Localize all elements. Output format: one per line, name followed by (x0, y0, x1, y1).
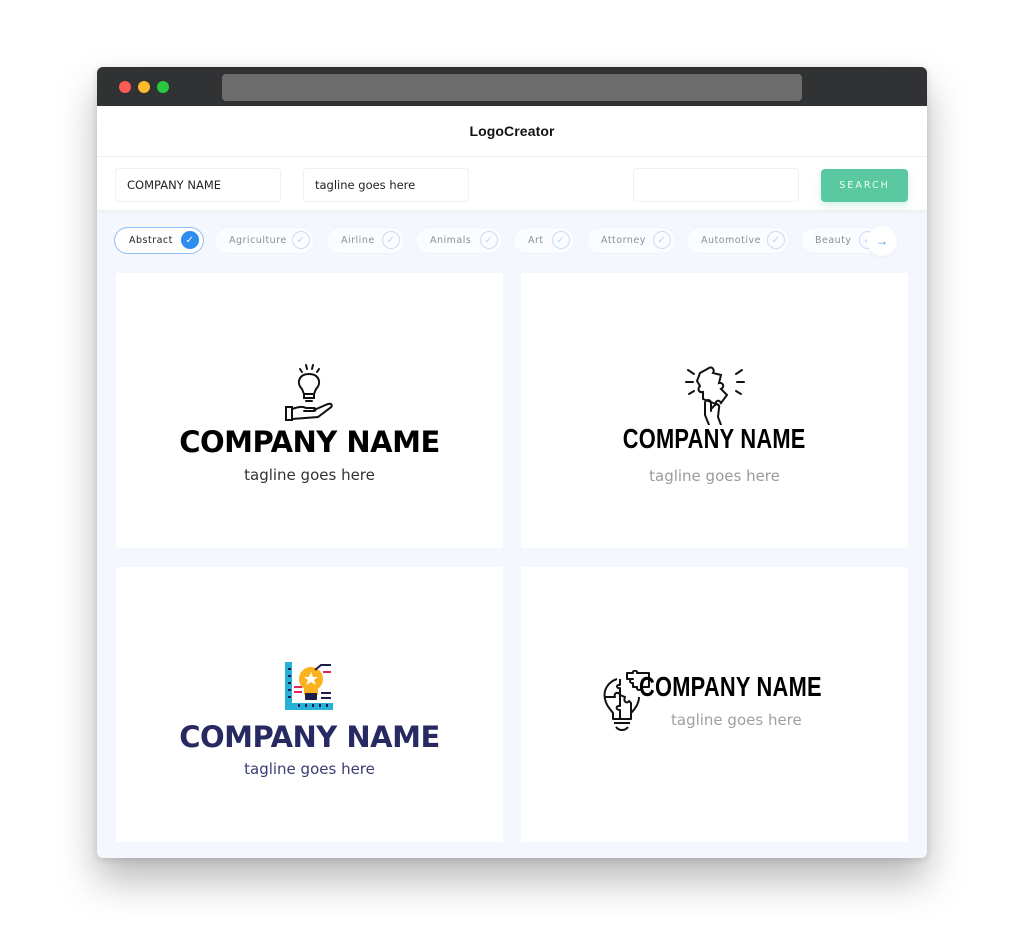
company-name-text: COMPANY NAME (179, 425, 440, 459)
category-chip-art[interactable]: Art ✓ (514, 228, 574, 253)
check-icon: ✓ (767, 231, 785, 249)
check-icon: ✓ (653, 231, 671, 249)
category-chip-label: Animals (430, 235, 472, 246)
minimize-window-button[interactable] (138, 81, 150, 93)
check-icon: ✓ (552, 231, 570, 249)
logo-card[interactable]: COMPANY NAME tagline goes here (116, 273, 503, 548)
app-title: LogoCreator (469, 123, 555, 139)
next-categories-button[interactable]: → (867, 226, 897, 256)
puzzle-hand-icon (685, 366, 745, 425)
category-chip-label: Airline (341, 235, 375, 246)
logo-card[interactable]: COMPANY NAME tagline goes here (521, 567, 908, 842)
lightbulb-hand-icon (285, 364, 333, 421)
category-chip-animals[interactable]: Animals ✓ (416, 228, 502, 253)
search-bar: COMPANY NAME tagline goes here SEARCH (97, 157, 927, 210)
check-icon: ✓ (292, 231, 310, 249)
logo-card[interactable]: COMPANY NAME tagline goes here (521, 273, 908, 548)
tagline-text: tagline goes here (671, 711, 802, 729)
tagline-text: tagline goes here (244, 760, 375, 778)
company-name-text: COMPANY NAME (639, 671, 822, 702)
tagline-text: tagline goes here (244, 466, 375, 484)
category-chip-label: Agriculture (229, 235, 287, 246)
title-bar (97, 67, 927, 106)
category-chip-label: Art (528, 235, 544, 246)
category-chip-label: Automotive (701, 235, 761, 246)
tagline-text: tagline goes here (649, 467, 780, 485)
close-window-button[interactable] (119, 81, 131, 93)
check-icon: ✓ (480, 231, 498, 249)
arrow-right-icon: → (876, 234, 888, 248)
category-chip-attorney[interactable]: Attorney ✓ (587, 228, 675, 253)
company-name-input[interactable]: COMPANY NAME (115, 168, 281, 202)
tagline-input[interactable]: tagline goes here (303, 168, 469, 202)
search-button[interactable]: SEARCH (821, 169, 908, 202)
category-chip-label: Abstract (129, 235, 173, 246)
maximize-window-button[interactable] (157, 81, 169, 93)
category-chip-abstract[interactable]: Abstract ✓ (115, 228, 203, 253)
lightbulb-blueprint-icon (285, 662, 333, 710)
address-bar[interactable] (222, 74, 802, 101)
category-chip-airline[interactable]: Airline ✓ (327, 228, 404, 253)
keyword-input[interactable] (633, 168, 799, 202)
company-name-text: COMPANY NAME (179, 720, 440, 754)
logo-card[interactable]: COMPANY NAME tagline goes here (116, 567, 503, 842)
category-chip-label: Attorney (601, 235, 646, 246)
app-header: LogoCreator (97, 106, 927, 157)
browser-window: LogoCreator COMPANY NAME tagline goes he… (97, 67, 927, 858)
company-name-wrapper: COMPANY NAME (521, 423, 908, 455)
category-chip-automotive[interactable]: Automotive ✓ (687, 228, 789, 253)
category-filter-bar: Abstract ✓ Agriculture ✓ Airline ✓ Anima… (115, 226, 915, 256)
company-name-wrapper: COMPANY NAME (639, 671, 899, 703)
check-icon: ✓ (181, 231, 199, 249)
company-name-text: COMPANY NAME (623, 423, 806, 454)
category-chip-label: Beauty (815, 235, 852, 246)
check-icon: ✓ (382, 231, 400, 249)
category-chip-agriculture[interactable]: Agriculture ✓ (215, 228, 314, 253)
